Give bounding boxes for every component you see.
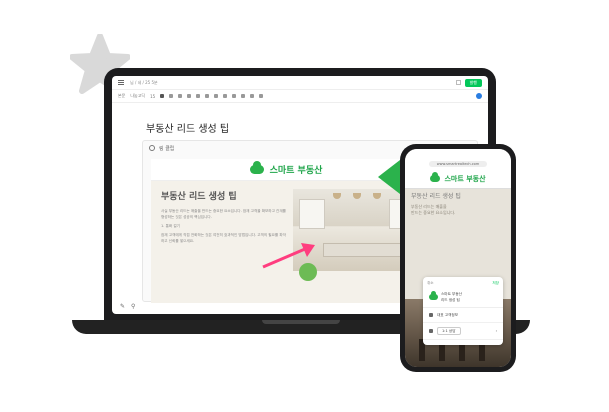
pendant-lamp [353,189,361,199]
globe-icon [149,145,155,151]
publish-button[interactable]: 발행 [464,78,482,87]
strike-icon[interactable] [187,94,192,98]
doc-title[interactable]: 부동산 리드 생성 팁 [146,120,229,135]
popup-row[interactable]: 대표 고객정보 [423,308,503,323]
doc-path: 님 / 네 / 25 5분 [130,79,158,85]
phone-line: 만드는 중요한 요소입니다. [411,210,456,215]
pink-arrow-icon [262,243,315,269]
menu-icon[interactable] [118,80,124,85]
code-icon[interactable] [259,94,264,98]
list-icon[interactable] [214,94,219,98]
popup-save-button[interactable]: 저장 [492,280,499,286]
preview-brand: 스마트 부동산 [269,166,323,176]
cabinet [299,199,325,229]
phone-url-bar[interactable]: www.smartrealtech.com [405,159,511,169]
popup-row[interactable]: 1:1 상담 › [423,323,503,340]
phone-site-header: 스마트 부동산 [405,169,511,189]
align-icon[interactable] [205,94,210,98]
editor-toolbar: 본문 나눔고딕 15 [112,90,488,103]
color-icon[interactable] [196,94,201,98]
preview-paragraph: 1. 통화 걸기 [161,224,180,228]
cloud-logo-icon [429,291,438,300]
popup-row-label: 대표 고객정보 [437,313,458,317]
quote-icon[interactable] [223,94,228,98]
url-text: www.smartrealtech.com [428,161,488,167]
table-icon[interactable] [250,94,255,98]
cloud-logo-icon [249,161,264,174]
help-icon[interactable] [476,93,482,99]
bold-icon[interactable] [160,94,165,98]
edit-icon[interactable]: ✎ [120,303,125,310]
pendant-lamp [333,189,341,199]
phone-status-bar [405,149,511,159]
font-family-select[interactable]: 나눔고딕 [130,93,145,99]
phone-body: 부동산 리드 생성 팁 부동산 리드는 매출을 만드는 중요한 요소입니다. 취… [405,189,511,367]
editor-bottom-tools: ✎ ⚲ [120,303,135,310]
editor-topbar: 님 / 네 / 25 5분 발행 [112,76,488,90]
phone-frame: www.smartrealtech.com 스마트 부동산 부동산 리드 생성 … [400,144,516,372]
search-icon[interactable]: ⚲ [131,303,135,310]
popup-cancel-button[interactable]: 취소 [427,280,434,286]
popup-chip: 1:1 상담 [437,327,461,335]
contact-icon [429,313,433,317]
phone-screen: www.smartrealtech.com 스마트 부동산 부동산 리드 생성 … [405,149,511,367]
popup-top: 취소 저장 [423,277,503,289]
phone-brand: 스마트 부동산 [444,174,486,183]
preview-paragraph: 사실 부동산 리드는 매출을 만드는 중요한 요소입니다. 잠재 고객을 확보하… [161,209,286,219]
laptop-notch [262,320,340,324]
font-size-select[interactable]: 15 [150,94,155,99]
phone-heading: 부동산 리드 생성 팁 [411,193,461,200]
grid-icon[interactable] [455,80,461,85]
share-popup: 취소 저장 스마트 부동산 리드 생성 팁 대표 고객정보 1:1 상담 › [423,277,503,345]
image-icon[interactable] [241,94,246,98]
paragraph-style-select[interactable]: 본문 [118,93,125,99]
popup-link-card: 스마트 부동산 리드 생성 팁 [423,289,503,308]
link-icon[interactable] [232,94,237,98]
underline-icon[interactable] [178,94,183,98]
popup-card-sub: 리드 생성 팁 [441,298,460,302]
chat-icon [429,329,433,333]
cloud-logo-icon [430,172,441,182]
italic-icon[interactable] [169,94,174,98]
chevron-right-icon: › [495,329,497,333]
kitchen-island [323,243,401,257]
preview-text: 사실 부동산 리드는 매출을 만드는 중요한 요소입니다. 잠재 고객을 확보하… [161,208,289,244]
link-card-label: 링 클립 [159,145,175,152]
